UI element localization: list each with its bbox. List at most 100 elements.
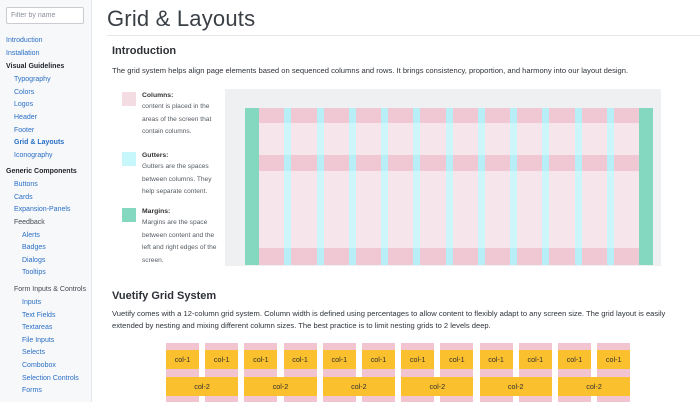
grid-gutter [510, 108, 517, 265]
grid-row-band [420, 108, 446, 123]
grid-row-band-gutter [381, 108, 388, 123]
nav-link[interactable]: Dialogs [22, 256, 45, 265]
legend-text: Margins are the space between content an… [142, 219, 217, 264]
nav-link[interactable]: Text Fields [22, 311, 55, 320]
grid-row-band [549, 155, 575, 171]
grid-row-band-gutter [413, 108, 421, 123]
nav-link[interactable]: Textareas [22, 323, 52, 332]
grid-row-band-gutter [510, 248, 517, 265]
grid-row-band-gutter [445, 108, 453, 123]
grid-diagram-canvas [245, 108, 653, 265]
grid-row-band-gutter [445, 155, 453, 171]
nav-link[interactable]: Cards [14, 193, 33, 202]
nav-link[interactable]: Selects [22, 348, 45, 357]
grid-demo-cell-col-1: col-1 [558, 350, 591, 369]
grid-row-band-gutter [316, 155, 324, 171]
grid-diagram [225, 89, 661, 266]
grid-row-band [484, 155, 510, 171]
nav-section-heading: Generic Components [6, 168, 77, 175]
grid-column [484, 108, 510, 265]
grid-column [420, 108, 446, 265]
grid-row-band-gutter [381, 248, 388, 265]
grid-margin-right [639, 108, 653, 265]
grid-column [388, 108, 414, 265]
nav-link[interactable]: Typography [14, 75, 51, 84]
nav-link[interactable]: Logos [14, 100, 33, 109]
columns-swatch [122, 92, 136, 106]
nav-link[interactable]: Installation [6, 49, 39, 58]
grid-row-band [452, 108, 478, 123]
grid-row-band-gutter [284, 108, 292, 123]
grid-demo-cell-col-2: col-2 [401, 377, 474, 396]
nav-link[interactable]: Tooltips [22, 268, 46, 277]
nav-link[interactable]: Alerts [22, 231, 40, 240]
grid-demo-cell-col-1: col-1 [518, 350, 552, 369]
grid-row-band [581, 108, 607, 123]
nav-link[interactable]: Colors [14, 88, 34, 97]
grid-row-band-gutter [477, 248, 485, 265]
grid-demo: col-1 col-1 col-1 col-1 col-1 col-1 col-1 col-1… [166, 343, 646, 402]
grid-row-band [452, 248, 478, 265]
grid-gutter [477, 108, 485, 265]
grid-row-band-gutter [606, 108, 614, 123]
grid-demo-cell-col-1: col-1 [205, 350, 239, 369]
nav-link[interactable]: Selection Controls [22, 374, 79, 383]
grid-row-band [420, 248, 446, 265]
nav-link[interactable]: Footer [14, 126, 34, 135]
grid-demo-cell-col-1: col-1 [166, 350, 199, 369]
grid-row-band [291, 108, 317, 123]
nav-link[interactable]: Inputs [22, 298, 41, 307]
nav-link[interactable]: Combobox [22, 361, 56, 370]
grid-gutter [574, 108, 582, 265]
legend-title: Gutters: [142, 152, 169, 159]
grid-demo-cell-col-2: col-2 [166, 377, 239, 396]
grid-demo-cell-col-1: col-1 [479, 350, 513, 369]
grid-row-band [549, 248, 575, 265]
grid-row-band [420, 155, 446, 171]
nav-link[interactable]: Form Inputs & Controls [14, 285, 86, 294]
nav-link[interactable]: Grid & Layouts [14, 138, 64, 147]
grid-row-band [613, 108, 639, 123]
grid-column [259, 108, 285, 265]
nav-link[interactable]: Expansion-Panels [14, 205, 70, 214]
grid-demo-cell-col-1: col-1 [440, 350, 474, 369]
nav-link[interactable]: File Inputs [22, 336, 54, 345]
grid-row-band-gutter [574, 248, 582, 265]
grid-column [291, 108, 317, 265]
grid-row-band-gutter [381, 155, 388, 171]
nav-link[interactable]: Feedback [14, 218, 45, 227]
grid-column [452, 108, 478, 265]
grid-demo-cell-col-1: col-1 [401, 350, 435, 369]
nav-link[interactable]: Buttons [14, 180, 38, 189]
grid-row-band-gutter [316, 248, 324, 265]
grid-row-band-gutter [477, 108, 485, 123]
filter-input[interactable] [6, 7, 84, 24]
main-content: Grid & Layouts Introduction The grid sys… [92, 0, 700, 402]
page-title: Grid & Layouts [107, 6, 256, 31]
grid-row-band [291, 155, 317, 171]
grid-row-band [452, 155, 478, 171]
grid-demo-cell-col-2: col-2 [244, 377, 317, 396]
grid-row-band-gutter [284, 248, 292, 265]
grid-column [549, 108, 575, 265]
margins-swatch [122, 208, 136, 222]
nav-link[interactable]: Header [14, 113, 37, 122]
vuetify-grid-heading: Vuetify Grid System [112, 290, 217, 302]
grid-row-band [259, 155, 285, 171]
grid-gutter [316, 108, 324, 265]
grid-margin-left [245, 108, 259, 265]
grid-gutter [284, 108, 292, 265]
nav-link[interactable]: Badges [22, 243, 46, 252]
grid-row-band-gutter [348, 108, 356, 123]
grid-row-band-gutter [413, 248, 421, 265]
title-divider [107, 35, 700, 36]
grid-row-band-gutter [284, 155, 292, 171]
grid-column [323, 108, 349, 265]
nav-link[interactable]: Introduction [6, 36, 43, 45]
intro-heading: Introduction [112, 45, 177, 57]
grid-demo-cell-col-2: col-2 [479, 377, 552, 396]
legend-text: content is placed in the areas of the sc… [142, 103, 212, 135]
nav-link[interactable]: Iconography [14, 151, 53, 160]
grid-demo-cell-col-1: col-1 [322, 350, 356, 369]
nav-link[interactable]: Forms [22, 386, 42, 395]
